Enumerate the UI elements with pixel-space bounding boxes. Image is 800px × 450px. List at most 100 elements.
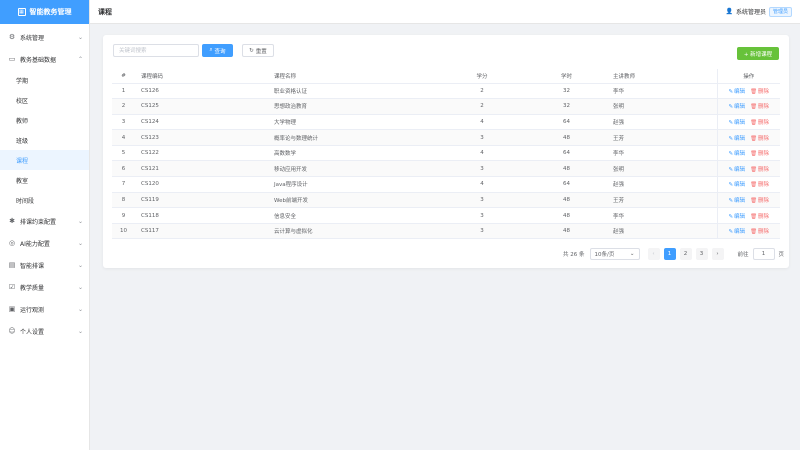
edit-button[interactable]: ✎编辑: [728, 120, 745, 126]
query-button[interactable]: ⌕ 查询: [202, 44, 233, 57]
add-course-button[interactable]: + 新增课程: [737, 47, 779, 60]
edit-icon: ✎: [728, 135, 734, 142]
cell-credit: 3: [440, 160, 524, 178]
delete-button[interactable]: 🗑删除: [750, 151, 769, 157]
reset-button[interactable]: ↻ 重置: [242, 44, 274, 57]
cell-index: 6: [112, 160, 135, 178]
prev-page-button[interactable]: ‹: [647, 247, 660, 260]
sidebar-subitem-semester[interactable]: 学期: [0, 70, 89, 90]
delete-button-label: 删除: [758, 151, 770, 158]
cell-code: CS125: [135, 98, 268, 115]
edit-button[interactable]: ✎编辑: [728, 151, 745, 157]
cell-hours: 48: [524, 160, 609, 178]
cell-index: 2: [112, 98, 135, 115]
edit-button-label: 编辑: [734, 104, 746, 111]
page-3-button[interactable]: 3: [695, 247, 708, 260]
edit-icon: ✎: [728, 88, 734, 95]
cell-actions: ✎编辑 🗑删除: [716, 114, 780, 131]
delete-button[interactable]: 🗑删除: [750, 198, 769, 204]
sidebar-item-label: 教学质量: [20, 284, 45, 292]
cell-hours: 64: [524, 114, 609, 131]
chevron-up-icon: ⌃: [77, 55, 83, 63]
page-2-button[interactable]: 2: [679, 247, 692, 260]
sidebar-item-quality[interactable]: ☑ 教学质量 ⌄: [0, 276, 89, 298]
cell-name: 移动应用开发: [268, 160, 440, 178]
brand-title: 智能教务管理: [29, 8, 72, 16]
cell-hours: 32: [524, 83, 609, 100]
cell-index: 10: [112, 223, 135, 240]
goto-page-input[interactable]: [752, 247, 775, 260]
sidebar-item-profile[interactable]: ☺ 个人设置 ⌄: [0, 320, 89, 342]
edit-button[interactable]: ✎编辑: [728, 214, 745, 220]
sidebar-item-label: 智能排课: [20, 262, 45, 270]
table-row: 3 CS124 大学物理 4 64 赵强 ✎编辑 🗑删除: [112, 114, 780, 131]
reset-button-label: 重置: [255, 48, 267, 55]
sidebar-subitem-timeslot[interactable]: 时间段: [0, 190, 89, 210]
sidebar-item-monitor[interactable]: ▣ 运行观测 ⌄: [0, 298, 89, 320]
checkbox-icon: ☑: [8, 283, 16, 291]
delete-button-label: 删除: [758, 119, 770, 126]
edit-button[interactable]: ✎编辑: [728, 136, 745, 142]
delete-button-label: 删除: [758, 135, 770, 142]
page-1-button[interactable]: 1: [663, 247, 676, 260]
brand[interactable]: ▦ 智能教务管理: [0, 0, 89, 24]
edit-button[interactable]: ✎编辑: [728, 89, 745, 95]
sidebar-item-base-data[interactable]: ▭ 教务基础数据 ⌃: [0, 48, 89, 70]
delete-button-label: 删除: [758, 166, 770, 173]
table-row: 4 CS123 概率论与数理统计 3 48 王芳 ✎编辑 🗑删除: [112, 129, 780, 146]
edit-button[interactable]: ✎编辑: [728, 104, 745, 110]
col-hours: 学时: [524, 69, 609, 84]
delete-button-label: 删除: [758, 104, 770, 111]
sidebar-item-ai[interactable]: ◎ AI能力配置 ⌄: [0, 232, 89, 254]
sidebar-item-constraints[interactable]: ✱ 排课约束配置 ⌄: [0, 210, 89, 232]
cell-index: 7: [112, 176, 135, 193]
delete-button[interactable]: 🗑删除: [750, 229, 769, 235]
table-row: 7 CS120 Java程序设计 4 64 赵强 ✎编辑 🗑删除: [112, 176, 780, 193]
delete-button[interactable]: 🗑删除: [750, 214, 769, 220]
sidebar-item-system[interactable]: ⚙ 系统管理 ⌄: [0, 26, 89, 48]
sidebar-item-scheduling[interactable]: ▤ 智能排课 ⌄: [0, 254, 89, 276]
goto-page: 前往 页: [738, 247, 784, 260]
cell-hours: 48: [524, 207, 609, 224]
chevron-down-icon: ⌄: [77, 261, 83, 269]
page-size-select[interactable]: 10条/页 ⌄: [589, 247, 640, 260]
user-menu[interactable]: 👤 系统管理员 管理员: [725, 6, 792, 17]
cell-teacher: 李华: [609, 145, 717, 162]
sidebar-subitem-course[interactable]: 课程: [0, 150, 89, 170]
sidebar-subitem-classroom[interactable]: 教室: [0, 170, 89, 190]
sidebar-subitem-campus[interactable]: 校区: [0, 90, 89, 110]
table-row: 8 CS119 Web前端开发 3 48 王芳 ✎编辑 🗑删除: [112, 192, 780, 209]
edit-button[interactable]: ✎编辑: [728, 182, 745, 188]
edit-button[interactable]: ✎编辑: [728, 167, 745, 173]
sidebar-subitem-teacher[interactable]: 教师: [0, 110, 89, 130]
cell-name: 思想政治教育: [268, 98, 440, 115]
cell-index: 3: [112, 114, 135, 131]
delete-button[interactable]: 🗑删除: [750, 182, 769, 188]
search-input[interactable]: [113, 44, 199, 57]
edit-button[interactable]: ✎编辑: [728, 229, 745, 235]
total-count: 共 26 条: [563, 251, 585, 258]
edit-button[interactable]: ✎编辑: [728, 198, 745, 204]
edit-icon: ✎: [728, 166, 734, 173]
puzzle-icon: ✱: [9, 217, 15, 225]
next-page-button[interactable]: ›: [711, 247, 724, 260]
delete-button[interactable]: 🗑删除: [750, 120, 769, 126]
cell-hours: 48: [524, 223, 609, 240]
col-name: 课程名称: [268, 69, 440, 84]
cell-credit: 3: [440, 129, 524, 146]
cell-code: CS122: [135, 145, 268, 162]
search-icon: ⌕: [209, 47, 213, 53]
edit-button-label: 编辑: [734, 151, 746, 158]
edit-icon: ✎: [728, 104, 734, 111]
sidebar-subitem-class[interactable]: 班级: [0, 130, 89, 150]
delete-button[interactable]: 🗑删除: [750, 167, 769, 173]
cell-code: CS121: [135, 160, 268, 178]
delete-button[interactable]: 🗑删除: [750, 136, 769, 142]
delete-button[interactable]: 🗑删除: [750, 104, 769, 110]
table-row: 10 CS117 云计算与虚拟化 3 48 赵强 ✎编辑 🗑删除: [112, 223, 780, 240]
trash-icon: 🗑: [750, 166, 758, 173]
cell-hours: 48: [524, 129, 609, 146]
cell-index: 8: [112, 192, 135, 209]
delete-button[interactable]: 🗑删除: [750, 89, 769, 95]
sidebar-item-label: 教务基础数据: [20, 56, 57, 64]
